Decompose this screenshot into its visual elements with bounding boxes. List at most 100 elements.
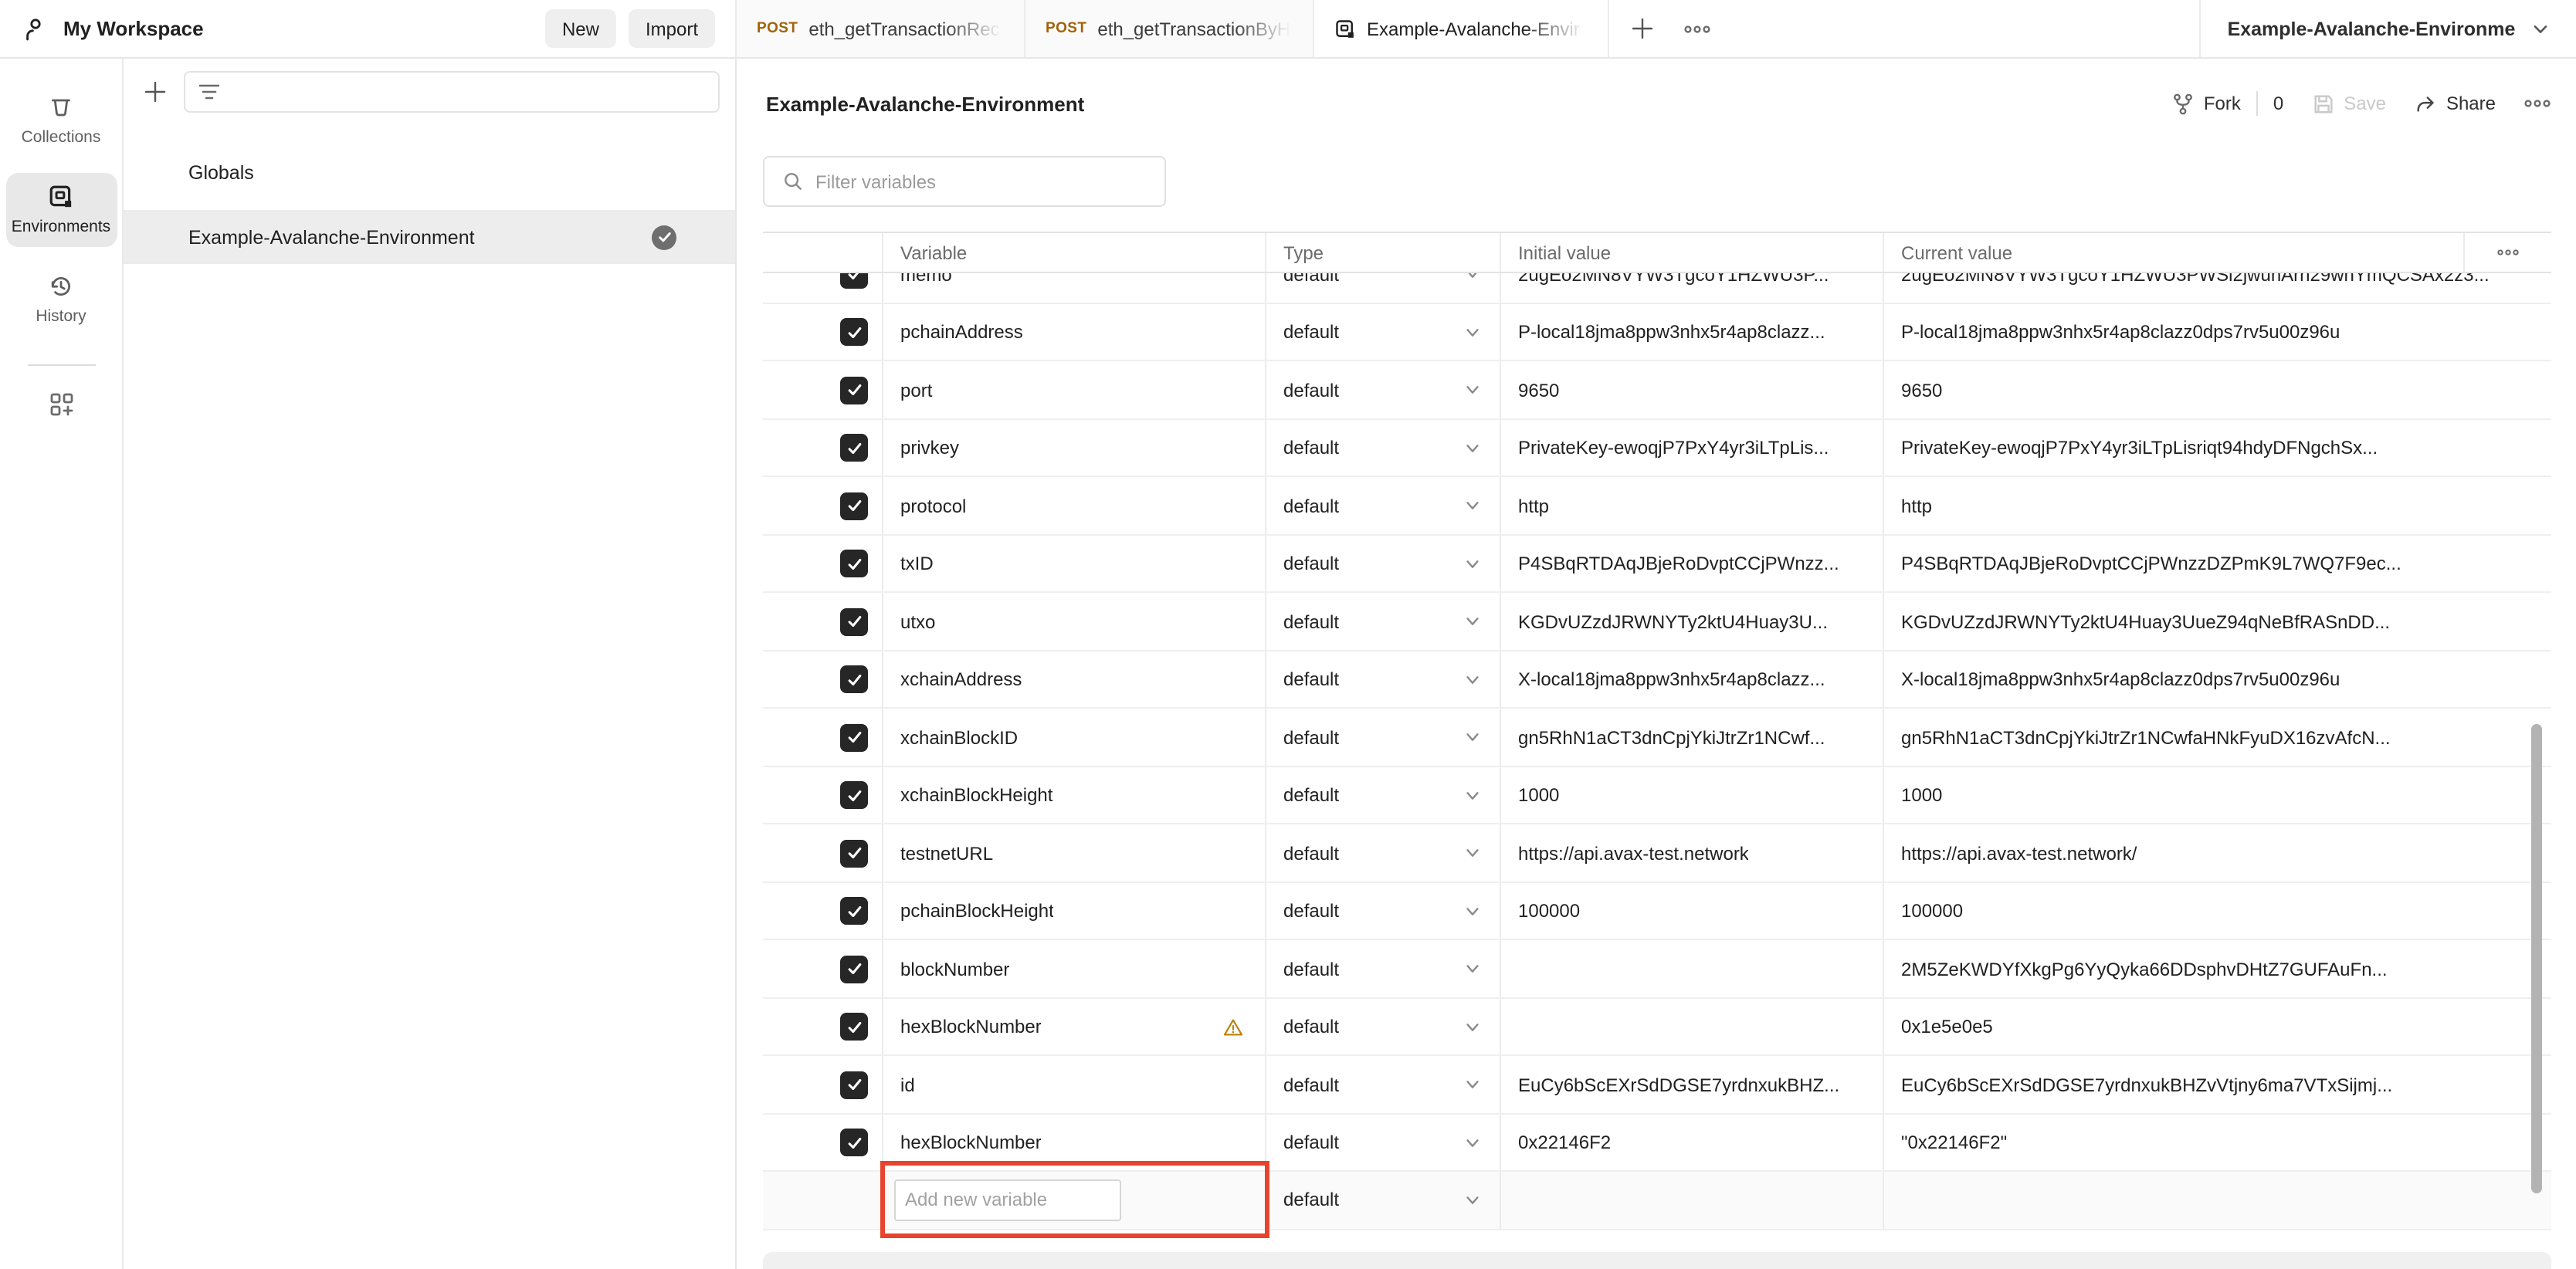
- variable-cell[interactable]: hexBlockNumber: [882, 998, 1265, 1056]
- fork-count[interactable]: 0: [2273, 93, 2283, 114]
- initial-value-cell[interactable]: EuCy6bScEXrSdDGSE7yrdnxukBHZ...: [1500, 1056, 1883, 1114]
- initial-value-cell[interactable]: PrivateKey-ewoqjP7PxY4yr3iLTpLis...: [1500, 419, 1883, 477]
- row-checkbox[interactable]: [840, 1129, 868, 1157]
- type-cell[interactable]: default: [1265, 1172, 1500, 1228]
- bottom-panel-edge[interactable]: [763, 1252, 2551, 1269]
- current-value-cell[interactable]: 9650: [1883, 361, 2551, 419]
- current-value-cell[interactable]: 2ugEo2MN8VYW3TgcoY1HZWU3PWSi2jwunArn29wn…: [1883, 273, 2551, 303]
- variable-cell[interactable]: xchainBlockID: [882, 709, 1265, 766]
- type-cell[interactable]: default: [1265, 535, 1500, 593]
- initial-value-cell[interactable]: 9650: [1500, 361, 1883, 419]
- type-cell[interactable]: default: [1265, 593, 1500, 651]
- current-value-cell[interactable]: P4SBqRTDAqJBjeRoDvptCCjPWnzzDZPmK9L7WQ7F…: [1883, 535, 2551, 593]
- row-checkbox[interactable]: [840, 782, 868, 810]
- initial-value-cell[interactable]: [1500, 940, 1883, 998]
- import-button[interactable]: Import: [629, 9, 715, 48]
- variable-cell[interactable]: hexBlockNumber: [882, 1114, 1265, 1172]
- row-checkbox[interactable]: [840, 435, 868, 462]
- variable-cell[interactable]: memo: [882, 273, 1265, 303]
- variable-cell[interactable]: pchainAddress: [882, 303, 1265, 361]
- more-actions-icon[interactable]: [2523, 99, 2551, 108]
- current-value-cell[interactable]: http: [1883, 477, 2551, 535]
- add-tab-button[interactable]: [1618, 0, 1665, 57]
- row-checkbox[interactable]: [840, 273, 868, 289]
- row-checkbox[interactable]: [840, 377, 868, 404]
- initial-value-cell[interactable]: 0x22146F2: [1500, 1114, 1883, 1172]
- variable-cell[interactable]: utxo: [882, 593, 1265, 651]
- row-checkbox[interactable]: [840, 898, 868, 926]
- type-cell[interactable]: default: [1265, 477, 1500, 535]
- type-cell[interactable]: default: [1265, 651, 1500, 709]
- share-button[interactable]: Share: [2414, 92, 2496, 115]
- initial-value-cell[interactable]: KGDvUZzdJRWNYTy2ktU4Huay3U...: [1500, 593, 1883, 651]
- row-checkbox[interactable]: [840, 840, 868, 868]
- environment-selector[interactable]: Example-Avalanche-Environme: [2199, 0, 2576, 57]
- sidebar-filter-input[interactable]: [184, 71, 720, 113]
- row-checkbox[interactable]: [840, 608, 868, 636]
- fork-button[interactable]: Fork: [2171, 92, 2241, 115]
- current-value-cell[interactable]: 0x1e5e0e5: [1883, 998, 2551, 1056]
- type-cell[interactable]: default: [1265, 824, 1500, 882]
- variable-cell[interactable]: testnetURL: [882, 824, 1265, 882]
- type-cell[interactable]: default: [1265, 882, 1500, 940]
- variable-cell[interactable]: pchainBlockHeight: [882, 882, 1265, 940]
- sidebar-item-history[interactable]: History: [5, 262, 117, 337]
- row-checkbox[interactable]: [840, 319, 868, 347]
- current-value-cell[interactable]: [1883, 1172, 2551, 1228]
- configure-sidebar-icon[interactable]: [47, 391, 75, 418]
- variable-cell[interactable]: xchainAddress: [882, 651, 1265, 709]
- type-cell[interactable]: default: [1265, 766, 1500, 824]
- current-value-cell[interactable]: PrivateKey-ewoqjP7PxY4yr3iLTpLisriqt94hd…: [1883, 419, 2551, 477]
- environment-list-item-selected[interactable]: Example-Avalanche-Environment: [124, 212, 735, 264]
- initial-value-cell[interactable]: 1000: [1500, 766, 1883, 824]
- row-checkbox[interactable]: [840, 1014, 868, 1041]
- type-cell[interactable]: default: [1265, 998, 1500, 1056]
- tab-request-2[interactable]: POST eth_getTransactionByHa: [1025, 0, 1314, 57]
- variable-cell[interactable]: id: [882, 1056, 1265, 1114]
- add-variable-input[interactable]: [894, 1179, 1121, 1221]
- type-cell[interactable]: default: [1265, 361, 1500, 419]
- column-options-icon[interactable]: [2463, 233, 2551, 272]
- variable-cell[interactable]: xchainBlockHeight: [882, 766, 1265, 824]
- sidebar-item-environments[interactable]: Environments: [5, 173, 117, 247]
- type-cell[interactable]: default: [1265, 303, 1500, 361]
- row-checkbox[interactable]: [840, 666, 868, 694]
- filter-variables-input[interactable]: [815, 171, 1164, 192]
- tab-options-icon[interactable]: [1674, 0, 1720, 57]
- initial-value-cell[interactable]: P-local18jma8ppw3nhx5r4ap8clazz...: [1500, 303, 1883, 361]
- variable-cell[interactable]: privkey: [882, 419, 1265, 477]
- filter-variables-box[interactable]: [763, 156, 1166, 207]
- variable-cell[interactable]: txID: [882, 535, 1265, 593]
- type-cell[interactable]: default: [1265, 419, 1500, 477]
- current-value-cell[interactable]: gn5RhN1aCT3dnCpjYkiJtrZr1NCwfaHNkFyuDX16…: [1883, 709, 2551, 766]
- current-value-cell[interactable]: X-local18jma8ppw3nhx5r4ap8clazz0dps7rv5u…: [1883, 651, 2551, 709]
- sidebar-item-collections[interactable]: Collections: [5, 83, 117, 157]
- initial-value-cell[interactable]: [1500, 998, 1883, 1056]
- type-cell[interactable]: default: [1265, 1114, 1500, 1172]
- variable-cell[interactable]: port: [882, 361, 1265, 419]
- initial-value-cell[interactable]: 2ugEo2MN8VYW3TgcoY1HZWU3P...: [1500, 273, 1883, 303]
- active-environment-check-icon[interactable]: [652, 225, 676, 249]
- variable-cell[interactable]: blockNumber: [882, 940, 1265, 998]
- variable-cell[interactable]: protocol: [882, 477, 1265, 535]
- user-icon[interactable]: [22, 15, 49, 42]
- initial-value-cell[interactable]: [1500, 1172, 1883, 1228]
- create-environment-button[interactable]: [136, 72, 173, 112]
- current-value-cell[interactable]: KGDvUZzdJRWNYTy2ktU4Huay3UueZ94qNeBfRASn…: [1883, 593, 2551, 651]
- row-checkbox[interactable]: [840, 956, 868, 983]
- row-checkbox[interactable]: [840, 550, 868, 578]
- globals-item[interactable]: Globals: [124, 148, 735, 198]
- current-value-cell[interactable]: https://api.avax-test.network/: [1883, 824, 2551, 882]
- tab-environment-active[interactable]: Example-Avalanche-Envir: [1314, 0, 1609, 57]
- new-button[interactable]: New: [545, 9, 616, 48]
- initial-value-cell[interactable]: gn5RhN1aCT3dnCpjYkiJtrZr1NCwf...: [1500, 709, 1883, 766]
- type-cell[interactable]: default: [1265, 940, 1500, 998]
- row-checkbox[interactable]: [840, 1071, 868, 1099]
- initial-value-cell[interactable]: X-local18jma8ppw3nhx5r4ap8clazz...: [1500, 651, 1883, 709]
- initial-value-cell[interactable]: 100000: [1500, 882, 1883, 940]
- current-value-cell[interactable]: 2M5ZeKWDYfXkgPg6YyQyka66DDsphvDHtZ7GUFAu…: [1883, 940, 2551, 998]
- initial-value-cell[interactable]: https://api.avax-test.network: [1500, 824, 1883, 882]
- type-cell[interactable]: default: [1265, 709, 1500, 766]
- initial-value-cell[interactable]: P4SBqRTDAqJBjeRoDvptCCjPWnzz...: [1500, 535, 1883, 593]
- save-button[interactable]: Save: [2311, 92, 2386, 115]
